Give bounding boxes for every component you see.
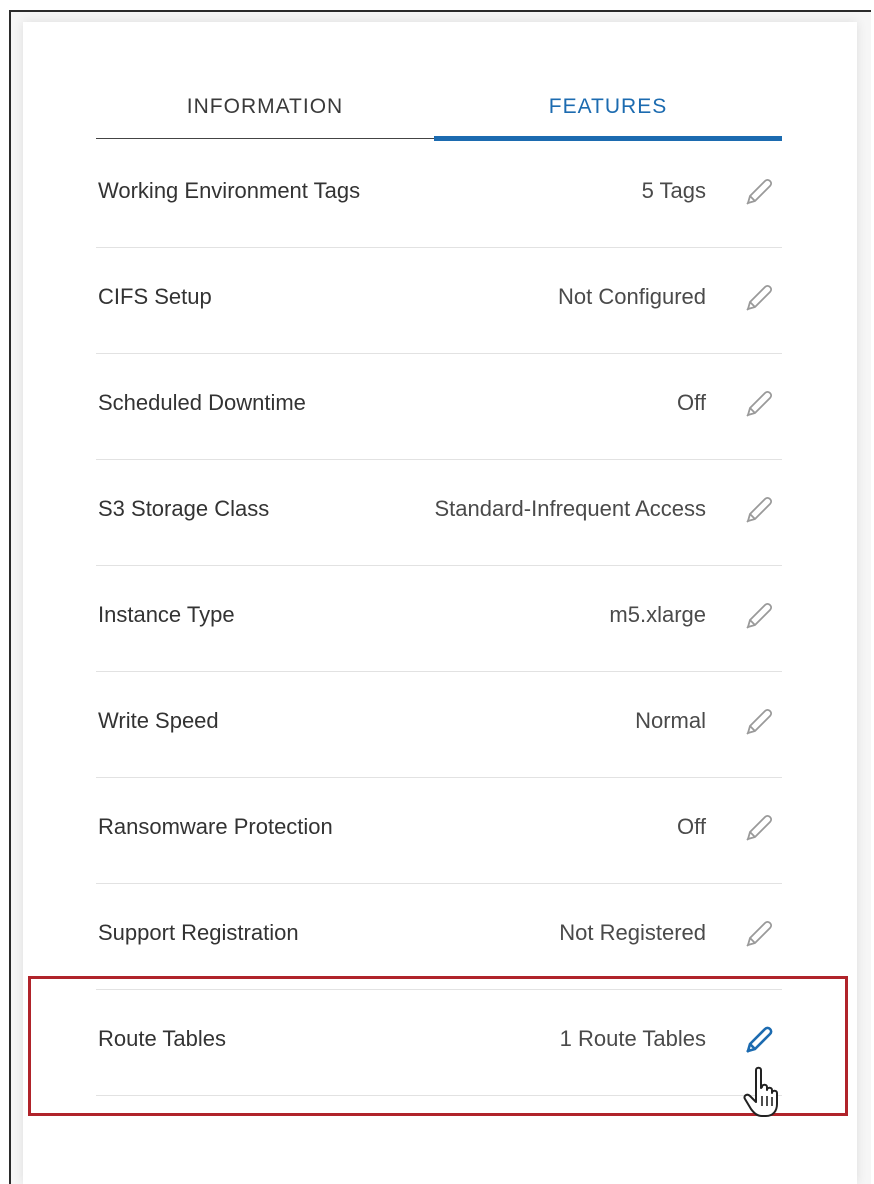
pencil-icon[interactable] (740, 599, 776, 635)
feature-row-write-speed: Write Speed Normal (96, 672, 782, 778)
feature-label: CIFS Setup (98, 284, 212, 309)
feature-row-support-registration: Support Registration Not Registered (96, 884, 782, 990)
feature-label: Instance Type (98, 602, 235, 627)
feature-label: S3 Storage Class (98, 496, 270, 521)
feature-value: 5 Tags (641, 178, 706, 203)
pencil-icon[interactable] (740, 493, 776, 529)
pencil-icon[interactable] (740, 281, 776, 317)
feature-label: Ransomware Protection (98, 814, 333, 839)
pencil-icon[interactable] (740, 917, 776, 953)
feature-row-ransomware-protection: Ransomware Protection Off (96, 778, 782, 884)
feature-row-instance-type: Instance Type m5.xlarge (96, 566, 782, 672)
pencil-icon[interactable] (740, 705, 776, 741)
feature-label: Working Environment Tags (98, 178, 361, 203)
feature-label: Scheduled Downtime (98, 390, 306, 415)
pencil-icon[interactable] (740, 811, 776, 847)
feature-value: Off (677, 814, 706, 839)
feature-value: Not Registered (559, 920, 706, 945)
feature-value: Not Configured (558, 284, 706, 309)
feature-value: Off (677, 390, 706, 415)
feature-row-s3-storage-class: S3 Storage Class Standard-Infrequent Acc… (96, 460, 782, 566)
feature-label: Support Registration (98, 920, 299, 945)
feature-value: Normal (635, 708, 706, 733)
feature-row-working-environment-tags: Working Environment Tags 5 Tags (96, 142, 782, 248)
feature-row-cifs-setup: CIFS Setup Not Configured (96, 248, 782, 354)
tab-features[interactable]: FEATURES (434, 80, 782, 141)
feature-value: m5.xlarge (609, 602, 706, 627)
tab-bar: INFORMATION FEATURES (96, 80, 782, 142)
pencil-icon[interactable] (740, 175, 776, 211)
feature-row-scheduled-downtime: Scheduled Downtime Off (96, 354, 782, 460)
hand-pointer-icon (740, 1064, 784, 1120)
feature-value: Standard-Infrequent Access (434, 496, 707, 521)
feature-label: Write Speed (98, 708, 219, 733)
highlight-box (28, 976, 848, 1116)
pencil-icon[interactable] (740, 387, 776, 423)
features-list: Working Environment Tags 5 Tags CIFS Set… (96, 142, 782, 1096)
tab-information[interactable]: INFORMATION (96, 80, 434, 139)
